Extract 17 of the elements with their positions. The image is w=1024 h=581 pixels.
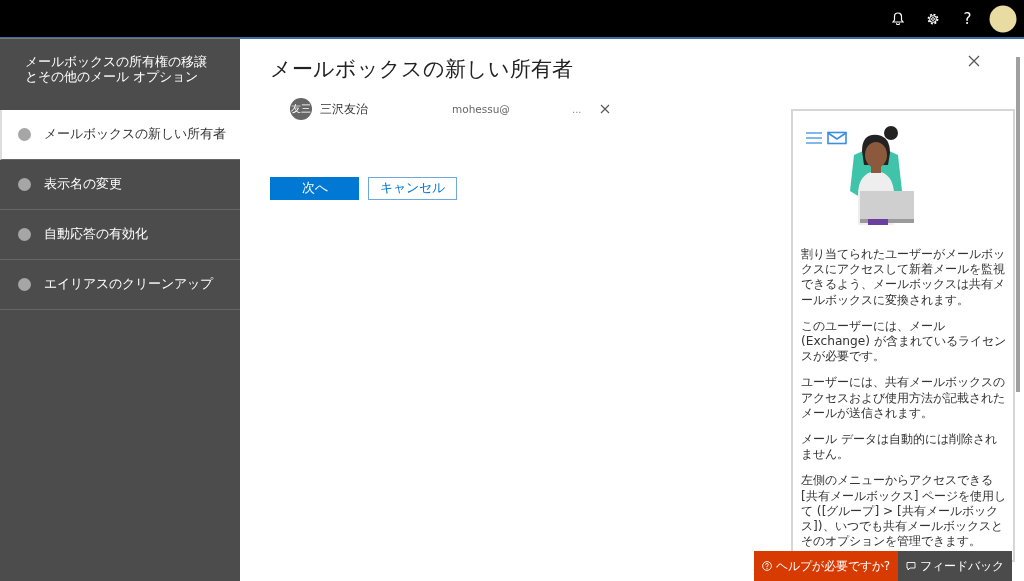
initials-avatar: 友三 (290, 98, 312, 120)
help-paragraph: 左側のメニューからアクセスできる [共有メールボックス] ページを使用して ([グループ] > [共有メールボックス])、いつでも共有メールボックスとそのオプションを管理できます。 (801, 473, 1007, 550)
next-button[interactable]: 次へ (270, 177, 359, 200)
help-paragraph: このユーザーには、メール (Exchange) が含まれているライセンスが必要です。 (801, 318, 1007, 365)
help-paragraph: メール データは自動的には削除されません。 (801, 432, 998, 463)
help-paragraph: ユーザーには、共有メールボックスのアクセスおよび使用方法が記載されたメールが送信されます。 (801, 375, 1006, 422)
panel-title: メールボックスの新しい所有者 (270, 56, 574, 83)
help-button[interactable]: ヘルプが必要ですか? (753, 551, 898, 581)
owner-email: mohessu@ (452, 103, 511, 115)
feedback-button[interactable]: フィードバック (898, 551, 1012, 581)
owner-name: 三沢友治 (320, 100, 369, 118)
step-item[interactable]: メールボックスの新しい所有者 (0, 110, 240, 160)
help-paragraph: 割り当てられたユーザーがメールボックスにアクセスして新着メールを監視できるよう、メールボックスは共有メールボックスに変換されます。 (801, 247, 1006, 308)
cancel-button[interactable]: キャンセル (368, 177, 457, 200)
help-button[interactable]: ? (950, 9, 985, 28)
ellipsis-text: ... (572, 103, 583, 115)
nav-title: メールボックスの所有権の移譲 とその他のメール オプション (24, 53, 208, 86)
